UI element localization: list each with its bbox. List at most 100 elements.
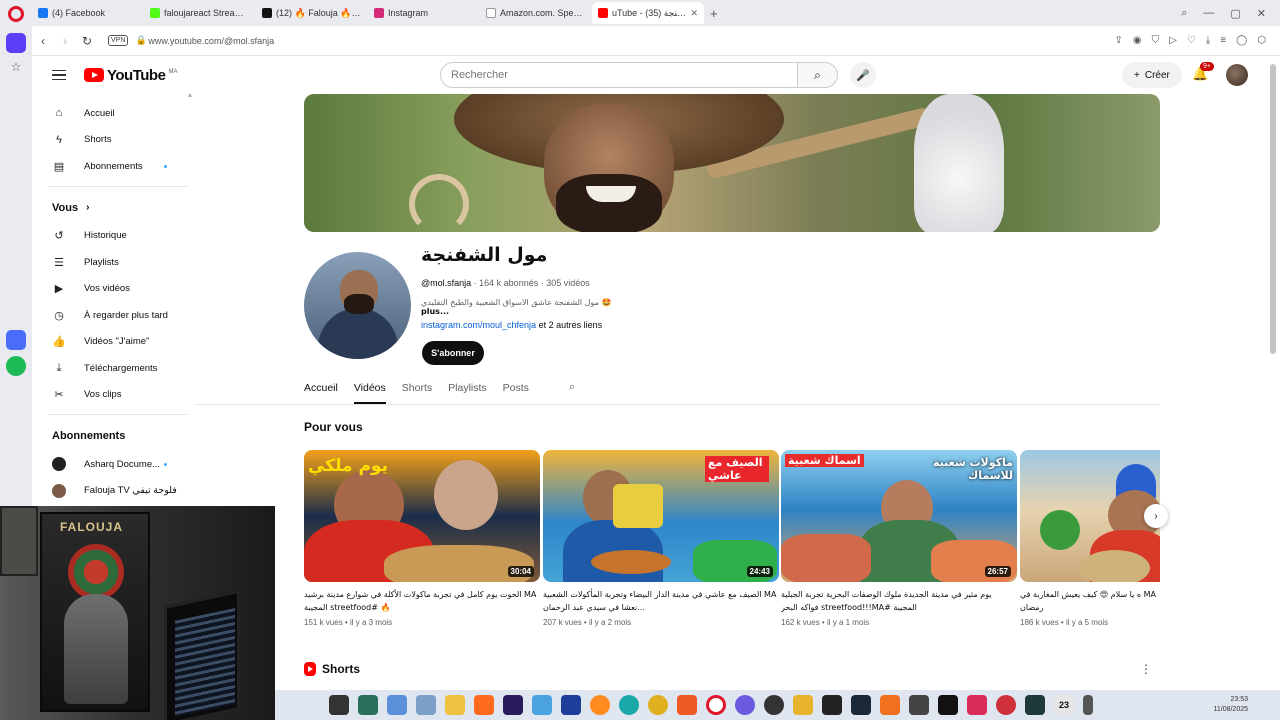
app-icon[interactable] <box>880 695 900 715</box>
more-link[interactable]: ...plus <box>421 307 449 316</box>
opera-icon[interactable] <box>706 695 726 715</box>
tab-kick[interactable]: faloujareact Stream - Watch <box>144 2 256 24</box>
folder-icon[interactable] <box>445 695 465 715</box>
channel-search-icon[interactable]: ⌕ <box>569 376 575 404</box>
search-input[interactable]: Rechercher <box>440 62 798 88</box>
tab-accueil[interactable]: Accueil <box>304 376 338 404</box>
nav-item-watch-later[interactable]: ◷ À regarder plus tard <box>36 302 196 329</box>
tab-playlists[interactable]: Playlists <box>448 376 487 404</box>
video-card[interactable]: يوم ملكي 30:04 MA الحوت يوم كامل في تجرب… <box>304 450 540 627</box>
nav-item-historique[interactable]: ↺ Historique <box>36 223 196 250</box>
premiere-icon[interactable] <box>503 695 523 715</box>
video-title[interactable]: MA الحوت يوم كامل في تجربة ماكولات الأكل… <box>304 588 540 614</box>
download-icon[interactable]: ⤓ <box>1206 35 1210 46</box>
other-links[interactable]: et 2 autres liens <box>539 320 603 330</box>
app-icon[interactable] <box>909 695 929 715</box>
star-icon[interactable]: ☆ <box>6 60 26 80</box>
tab-shorts[interactable]: Shorts <box>402 376 432 404</box>
nav-item-liked-videos[interactable]: 👍 Vidéos "J'aime" <box>36 329 196 356</box>
menu-icon[interactable]: ≡ <box>1220 35 1226 46</box>
app-icon[interactable] <box>561 695 581 715</box>
extensions-icon[interactable]: ⬡ <box>1257 35 1266 46</box>
page-scrollbar[interactable] <box>1270 64 1276 354</box>
video-thumbnail[interactable] <box>1020 450 1160 582</box>
search-tabs-icon[interactable]: ⌕ <box>1181 7 1187 20</box>
nav-item-shorts[interactable]: ϟ Shorts <box>36 127 196 154</box>
search-button[interactable]: ⌕ <box>798 62 838 88</box>
app-icon[interactable] <box>1025 695 1045 715</box>
tab-videos[interactable]: Vidéos <box>353 376 386 404</box>
more-options-icon[interactable]: ⋮ <box>1140 662 1152 676</box>
video-title[interactable]: MA الصيف مع عاشي في مدينة الدار البيضاء … <box>543 588 779 614</box>
nav-section-vous[interactable]: Vous › <box>36 193 196 223</box>
shield-icon[interactable]: ⛉ <box>1152 35 1160 46</box>
channel-avatar[interactable] <box>304 252 411 359</box>
tiktok-icon[interactable] <box>938 695 958 715</box>
app-icon[interactable] <box>474 695 494 715</box>
create-button[interactable]: + Créer <box>1122 62 1182 88</box>
account-avatar[interactable] <box>1226 64 1248 86</box>
brave-icon[interactable] <box>677 695 697 715</box>
carousel-next-button[interactable]: › <box>1144 504 1168 528</box>
forward-icon[interactable]: › <box>54 34 76 48</box>
app-icon[interactable] <box>1083 695 1093 715</box>
minimize-icon[interactable]: — <box>1203 7 1214 20</box>
firefox-icon[interactable] <box>590 695 610 715</box>
reload-icon[interactable]: ↻ <box>76 34 98 48</box>
close-window-icon[interactable]: ✕ <box>1257 7 1266 20</box>
close-tab-icon[interactable]: ✕ <box>690 8 698 19</box>
subscription-falouja-tv[interactable]: Falouja TV فلوجة تيفي <box>36 478 196 505</box>
app-icon[interactable] <box>793 695 813 715</box>
nav-item-abonnements[interactable]: ▤ Abonnements <box>36 153 196 180</box>
nav-item-accueil[interactable]: ⌂ Accueil <box>36 100 196 127</box>
vpn-badge[interactable]: VPN <box>108 35 129 46</box>
file-explorer-icon[interactable] <box>329 695 349 715</box>
vivaldi-icon[interactable] <box>996 695 1016 715</box>
tab-youtube[interactable]: uTube - مول الشفنجة (35)✕ <box>592 2 704 24</box>
notepad-icon[interactable] <box>532 695 552 715</box>
tab-amazon[interactable]: Amazon.com. Spend less. <box>480 2 592 24</box>
nav-item-downloads[interactable]: ⤓ Téléchargements <box>36 355 196 382</box>
player-icon[interactable]: ▷ <box>1169 35 1177 46</box>
video-thumbnail[interactable]: يوم ملكي 30:04 <box>304 450 540 582</box>
heart-icon[interactable]: ♡ <box>1187 35 1196 46</box>
chrome-icon[interactable] <box>648 695 668 715</box>
app-icon[interactable] <box>822 695 842 715</box>
nav-collapse-icon[interactable]: ▴ <box>188 90 192 99</box>
app-icon[interactable] <box>764 695 784 715</box>
app-icon[interactable] <box>387 695 407 715</box>
voice-search-button[interactable]: 🎤 <box>850 62 876 88</box>
app-store-icon[interactable] <box>6 330 26 350</box>
app-icon[interactable]: 23 <box>1054 695 1074 715</box>
video-card[interactable]: اسماك شعبية ماكولات شعبية للاسماك 26:57 … <box>781 450 1017 627</box>
channel-description[interactable]: 🤩 مول الشفنجة عاشق الاسواق الشعبية والطب… <box>421 298 621 316</box>
video-card[interactable]: الصيف مع عاشي 24:43 MA الصيف مع عاشي في … <box>543 450 779 627</box>
nav-item-playlists[interactable]: ☰ Playlists <box>36 249 196 276</box>
app-icon[interactable] <box>967 695 987 715</box>
aria-icon[interactable] <box>6 33 26 53</box>
nav-item-clips[interactable]: ✂ Vos clips <box>36 382 196 409</box>
tab-tiktok[interactable]: (12) 🔥 Falouja 🔥 (@falo <box>256 2 368 24</box>
video-thumbnail[interactable]: الصيف مع عاشي 24:43 <box>543 450 779 582</box>
subscribe-button[interactable]: S'abonner <box>422 341 484 365</box>
camera-icon[interactable]: ◉ <box>1133 35 1142 46</box>
opera-logo-icon[interactable] <box>8 6 24 22</box>
share-icon[interactable]: ⇪ <box>1115 35 1123 46</box>
profile-icon[interactable]: ◯ <box>1236 35 1247 46</box>
instagram-link[interactable]: instagram.com/moul_chfenja <box>421 320 536 330</box>
subscription-asharq[interactable]: Asharq Docume... <box>36 451 196 478</box>
video-title[interactable]: يوم مثير في مدينة الجديدة ملوك الوصفات ا… <box>781 588 1017 614</box>
back-icon[interactable]: ‹ <box>32 34 54 48</box>
steam-icon[interactable] <box>851 695 871 715</box>
app-icon[interactable] <box>416 695 436 715</box>
url-field[interactable]: www.youtube.com/@mol.sfanja <box>148 36 274 46</box>
nav-item-vos-videos[interactable]: ▶ Vos vidéos <box>36 276 196 303</box>
video-thumbnail[interactable]: اسماك شعبية ماكولات شعبية للاسماك 26:57 <box>781 450 1017 582</box>
tab-instagram[interactable]: Instagram <box>368 2 480 24</box>
calculator-icon[interactable] <box>358 695 378 715</box>
taskbar-clock[interactable]: 23:53 11/08/2025 <box>1213 695 1248 715</box>
tab-posts[interactable]: Posts <box>503 376 529 404</box>
video-card[interactable]: MA ه يا سلام 😍 كيف يعيش المغاربة في رمضا… <box>1020 450 1160 627</box>
hamburger-menu-icon[interactable] <box>52 69 66 81</box>
spotify-icon[interactable] <box>6 356 26 376</box>
